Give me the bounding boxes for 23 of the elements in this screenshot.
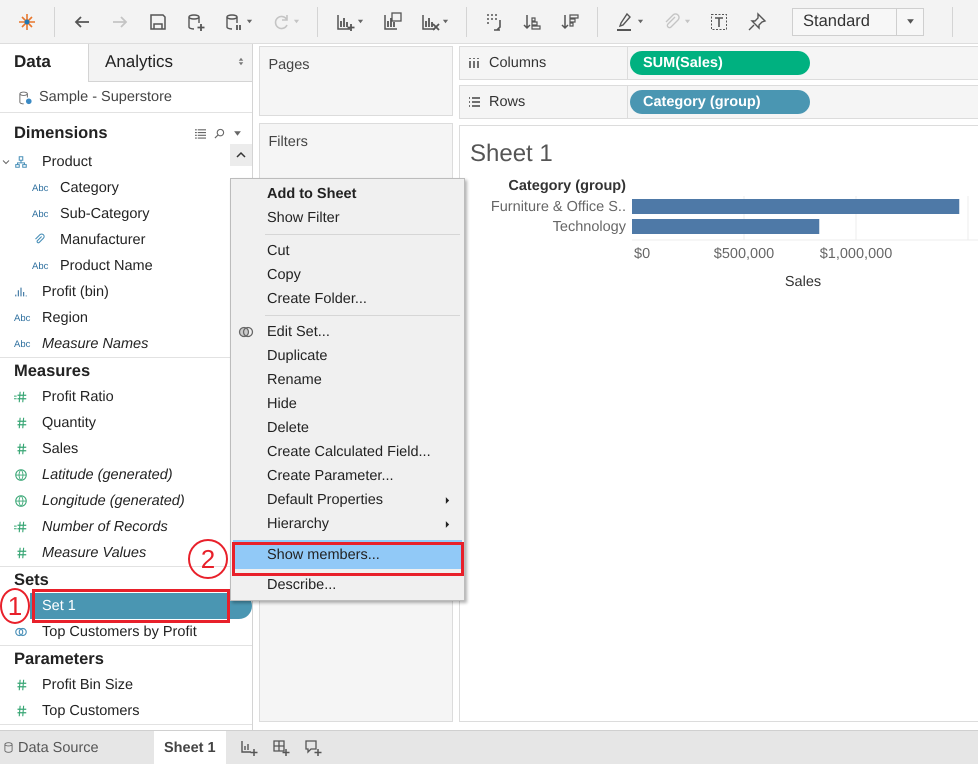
step-number: 2: [188, 539, 228, 579]
sheet-title: Sheet 1: [470, 140, 554, 168]
tick-label: $1,000,000: [820, 246, 892, 262]
shelf-label: Columns: [489, 55, 546, 71]
section-heading: Parameters: [14, 650, 104, 668]
string-type-icon: Abc: [32, 208, 52, 220]
shelf-label: Rows: [489, 94, 526, 110]
section-heading: Measures: [14, 362, 90, 380]
tick-label: $0: [634, 246, 650, 262]
card-title: Pages: [268, 57, 310, 73]
string-type-icon: Abc: [14, 338, 34, 350]
category-label: Technology: [552, 219, 626, 235]
step-number: 1: [0, 588, 30, 624]
string-type-icon: Abc: [32, 260, 52, 272]
string-type-icon: Abc: [32, 182, 52, 194]
string-type-icon: Abc: [14, 312, 34, 324]
card-title: Filters: [268, 134, 308, 150]
axis-title: Sales: [784, 274, 822, 290]
axis-title: Category (group): [508, 178, 626, 194]
section-heading: Sets: [14, 570, 49, 590]
section-heading: Dimensions: [14, 124, 108, 143]
category-label: Furniture & Office S..: [490, 199, 626, 215]
tick-label: $500,000: [714, 246, 774, 262]
